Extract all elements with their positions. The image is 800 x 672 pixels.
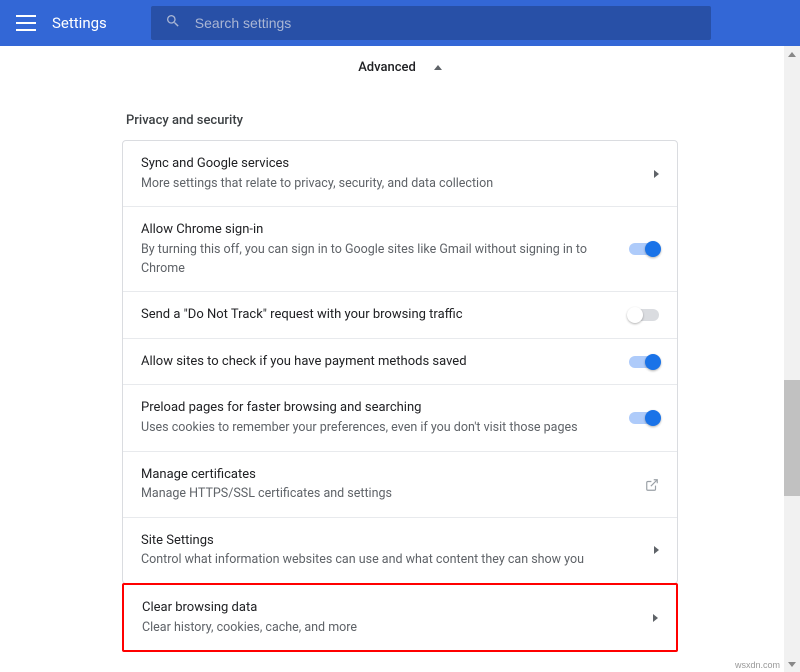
chevron-right-icon [654,170,659,178]
advanced-toggle[interactable]: Advanced [0,46,800,89]
preload-pages-row[interactable]: Preload pages for faster browsing and se… [123,385,677,451]
row-title: Sync and Google services [141,154,636,174]
search-box[interactable] [151,6,711,40]
row-sub: By turning this off, you can sign in to … [141,241,611,279]
scrollbar[interactable] [784,46,800,672]
toggle-switch[interactable] [629,412,659,424]
search-input[interactable] [195,15,697,31]
row-title: Manage certificates [141,465,627,485]
chevron-right-icon [653,614,658,622]
clear-browsing-data-card: Clear browsing data Clear history, cooki… [122,583,678,652]
row-title: Clear browsing data [142,598,635,618]
chevron-up-icon [434,65,442,70]
header: Settings [0,0,800,46]
row-title: Send a "Do Not Track" request with your … [141,305,611,325]
scroll-down-icon[interactable] [784,656,800,672]
payment-methods-row[interactable]: Allow sites to check if you have payment… [123,339,677,386]
chevron-right-icon [654,546,659,554]
privacy-card: Sync and Google services More settings t… [122,140,678,584]
row-title: Allow Chrome sign-in [141,220,611,240]
sync-google-services-row[interactable]: Sync and Google services More settings t… [123,141,677,207]
row-sub: Control what information websites can us… [141,551,636,570]
row-title: Preload pages for faster browsing and se… [141,398,611,418]
advanced-label: Advanced [358,60,416,75]
page-title: Settings [52,14,107,32]
scroll-thumb[interactable] [784,380,800,496]
section-title: Privacy and security [122,113,678,140]
watermark: wsxdn.com [735,660,780,670]
scroll-up-icon[interactable] [784,46,800,62]
row-sub: Uses cookies to remember your preference… [141,419,611,438]
toggle-switch[interactable] [629,243,659,255]
content: Advanced Privacy and security Sync and G… [0,46,800,672]
allow-chrome-signin-row[interactable]: Allow Chrome sign-in By turning this off… [123,207,677,292]
clear-browsing-data-row[interactable]: Clear browsing data Clear history, cooki… [124,585,676,650]
row-sub: Clear history, cookies, cache, and more [142,619,635,638]
search-icon [165,13,181,33]
site-settings-row[interactable]: Site Settings Control what information w… [123,518,677,583]
do-not-track-row[interactable]: Send a "Do Not Track" request with your … [123,292,677,339]
manage-certificates-row[interactable]: Manage certificates Manage HTTPS/SSL cer… [123,452,677,518]
menu-icon[interactable] [16,15,36,31]
row-title: Allow sites to check if you have payment… [141,352,611,372]
row-title: Site Settings [141,531,636,551]
toggle-switch[interactable] [629,309,659,321]
row-sub: More settings that relate to privacy, se… [141,175,636,194]
external-link-icon [645,477,659,491]
toggle-switch[interactable] [629,356,659,368]
row-sub: Manage HTTPS/SSL certificates and settin… [141,485,627,504]
privacy-section: Privacy and security Sync and Google ser… [122,113,678,652]
